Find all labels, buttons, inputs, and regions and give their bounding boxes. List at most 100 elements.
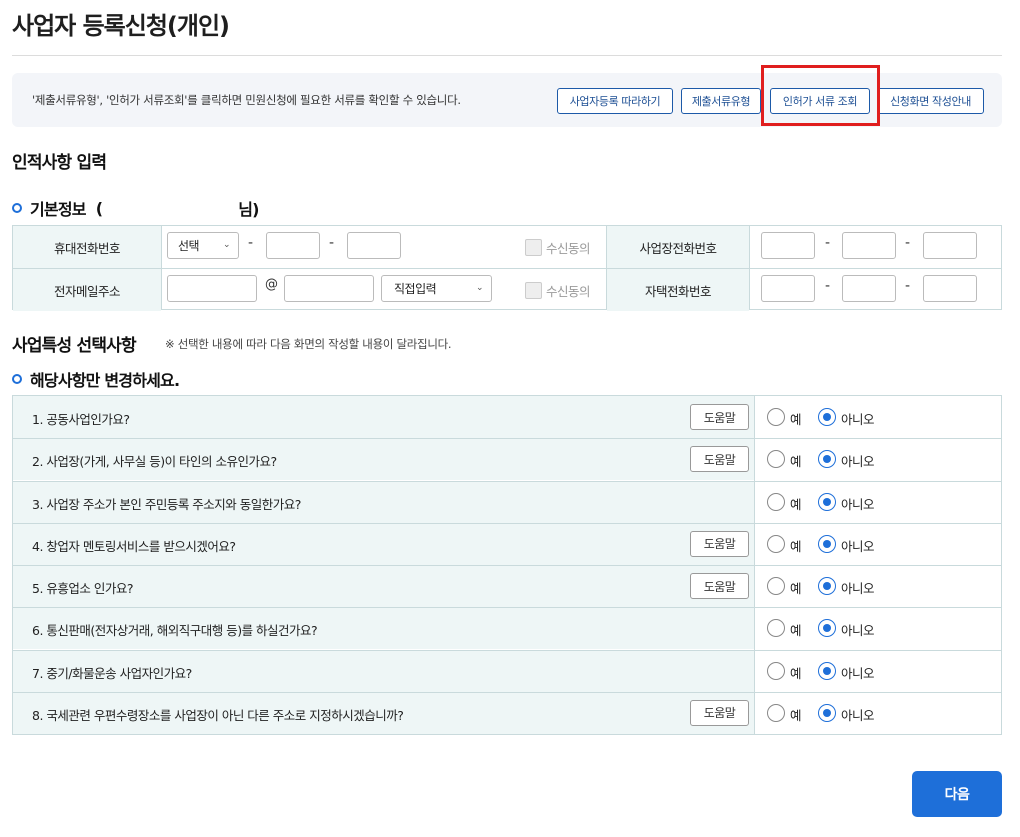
home-phone-middle-input[interactable] — [842, 275, 896, 302]
features-note: ※ 선택한 내용에 따라 다음 화면의 작성할 내용이 달라집니다. — [165, 337, 452, 351]
question-text: 5. 유흥업소 인가요? — [32, 581, 134, 596]
no-radio[interactable] — [818, 492, 836, 511]
business-phone-label: 사업장전화번호 — [607, 226, 749, 268]
no-radio[interactable] — [818, 577, 836, 595]
email-id-input[interactable] — [167, 275, 257, 302]
page-title: 사업자 등록신청(개인) — [12, 12, 230, 40]
yes-radio[interactable] — [767, 408, 785, 426]
no-radio[interactable] — [818, 534, 836, 553]
mobile-last-input[interactable] — [347, 232, 401, 259]
row-divider — [13, 438, 1001, 440]
question-text: 4. 창업자 멘토링서비스를 받으시겠어요? — [32, 538, 236, 554]
dash: - — [905, 235, 911, 251]
yes-radio[interactable] — [767, 577, 785, 595]
yes-label: 예 — [790, 665, 802, 681]
dash: - — [825, 235, 831, 251]
row-divider — [13, 649, 1001, 651]
question-text: 1. 공동사업인가요? — [32, 412, 130, 427]
email-consent-checkbox[interactable]: 수신동의 — [525, 281, 591, 300]
row-divider — [13, 607, 1001, 609]
highlight-box — [761, 65, 880, 126]
home-phone-last-input[interactable] — [923, 275, 977, 302]
question-cell: 2. 사업장(가게, 사무실 등)이 타인의 소유인가요? 도움말 — [13, 438, 754, 481]
yes-radio[interactable] — [767, 450, 785, 469]
email-domain-select[interactable]: 직접입력 ⌄ — [381, 275, 492, 302]
yes-label: 예 — [790, 623, 802, 639]
dash: - — [825, 278, 831, 294]
row-divider — [13, 480, 1001, 482]
question-row: 6. 통신판매(전자상거래, 해외직구대행 등)를 하실건가요? 예 아니오 — [13, 607, 1001, 650]
yes-label: 예 — [790, 707, 802, 723]
question-cell: 8. 국세관련 우편수령장소를 사업장이 아닌 다른 주소로 지정하시겠습니까?… — [13, 691, 754, 734]
yes-label: 예 — [790, 412, 802, 427]
home-phone-label: 자택전화번호 — [607, 269, 749, 311]
help-button[interactable]: 도움말 — [690, 573, 749, 599]
question-cell: 7. 중기/화물운송 사업자인가요? — [13, 649, 754, 692]
no-radio[interactable] — [818, 408, 836, 426]
document-types-button[interactable]: 제출서류유형 — [681, 88, 761, 114]
mobile-prefix-select[interactable]: 선택 ⌄ — [167, 232, 239, 259]
question-row: 8. 국세관련 우편수령장소를 사업장이 아닌 다른 주소로 지정하시겠습니까?… — [13, 691, 1001, 734]
column-divider — [161, 226, 162, 309]
help-button[interactable]: 도움말 — [690, 446, 749, 473]
question-cell: 1. 공동사업인가요? 도움말 — [13, 396, 754, 438]
chevron-down-icon: ⌄ — [222, 240, 231, 250]
no-label: 아니오 — [841, 496, 875, 512]
personal-info-title: 인적사항 입력 — [12, 153, 107, 173]
question-text: 6. 통신판매(전자상거래, 해외직구대행 등)를 하실건가요? — [32, 623, 318, 639]
mobile-consent-checkbox[interactable]: 수신동의 — [525, 238, 591, 257]
user-name-suffix: 님) — [238, 200, 259, 219]
question-cell: 3. 사업장 주소가 본인 주민등록 주소지와 동일한가요? — [13, 480, 754, 523]
question-text: 2. 사업장(가게, 사무실 등)이 타인의 소유인가요? — [32, 454, 277, 470]
help-button[interactable]: 도움말 — [690, 530, 749, 557]
column-divider — [749, 226, 750, 309]
question-text: 3. 사업장 주소가 본인 주민등록 주소지와 동일한가요? — [32, 496, 301, 512]
no-label: 아니오 — [841, 538, 875, 554]
title-divider — [12, 55, 1002, 56]
no-label: 아니오 — [841, 581, 875, 596]
column-divider — [606, 226, 607, 309]
question-row: 3. 사업장 주소가 본인 주민등록 주소지와 동일한가요? 예 아니오 — [13, 480, 1001, 523]
yes-radio[interactable] — [767, 534, 785, 553]
business-phone-last-input[interactable] — [923, 232, 977, 259]
dash: - — [905, 278, 911, 294]
yes-radio[interactable] — [767, 703, 785, 722]
help-button[interactable]: 도움말 — [690, 404, 749, 430]
checkbox-icon — [525, 239, 542, 256]
yes-radio[interactable] — [767, 492, 785, 511]
question-text: 7. 중기/화물운송 사업자인가요? — [32, 665, 192, 681]
question-text: 8. 국세관련 우편수령장소를 사업장이 아닌 다른 주소로 지정하시겠습니까? — [32, 707, 404, 723]
yes-label: 예 — [790, 538, 802, 554]
no-radio[interactable] — [818, 619, 836, 638]
no-label: 아니오 — [841, 665, 875, 681]
question-cell: 4. 창업자 멘토링서비스를 받으시겠어요? 도움말 — [13, 522, 754, 565]
yes-radio[interactable] — [767, 619, 785, 638]
bullet-icon — [12, 374, 22, 384]
email-domain-input[interactable] — [284, 275, 374, 302]
home-phone-first-input[interactable] — [761, 275, 815, 302]
basic-info-title: 기본정보 ( 님) — [12, 196, 259, 220]
question-cell: 6. 통신판매(전자상거래, 해외직구대행 등)를 하실건가요? — [13, 607, 754, 650]
question-row: 5. 유흥업소 인가요? 도움말 예 아니오 — [13, 565, 1001, 607]
form-guide-button[interactable]: 신청화면 작성안내 — [877, 88, 984, 114]
yes-label: 예 — [790, 496, 802, 512]
mobile-phone-label: 휴대전화번호 — [13, 226, 161, 268]
next-button[interactable]: 다음 — [912, 771, 1002, 817]
question-row: 2. 사업장(가게, 사무실 등)이 타인의 소유인가요? 도움말 예 아니오 — [13, 438, 1001, 481]
yes-label: 예 — [790, 581, 802, 596]
business-phone-first-input[interactable] — [761, 232, 815, 259]
mobile-middle-input[interactable] — [266, 232, 320, 259]
no-radio[interactable] — [818, 661, 836, 680]
checkbox-icon — [525, 282, 542, 299]
question-row: 1. 공동사업인가요? 도움말 예 아니오 — [13, 396, 1001, 438]
registration-walkthrough-button[interactable]: 사업자등록 따라하기 — [557, 88, 673, 114]
no-radio[interactable] — [818, 703, 836, 722]
business-phone-middle-input[interactable] — [842, 232, 896, 259]
features-subtitle: 해당사항만 변경하세요. — [12, 367, 180, 391]
column-divider — [754, 396, 755, 734]
yes-radio[interactable] — [767, 661, 785, 680]
help-button[interactable]: 도움말 — [690, 699, 749, 726]
row-divider — [13, 691, 1001, 693]
dash: - — [329, 235, 335, 251]
no-radio[interactable] — [818, 450, 836, 469]
